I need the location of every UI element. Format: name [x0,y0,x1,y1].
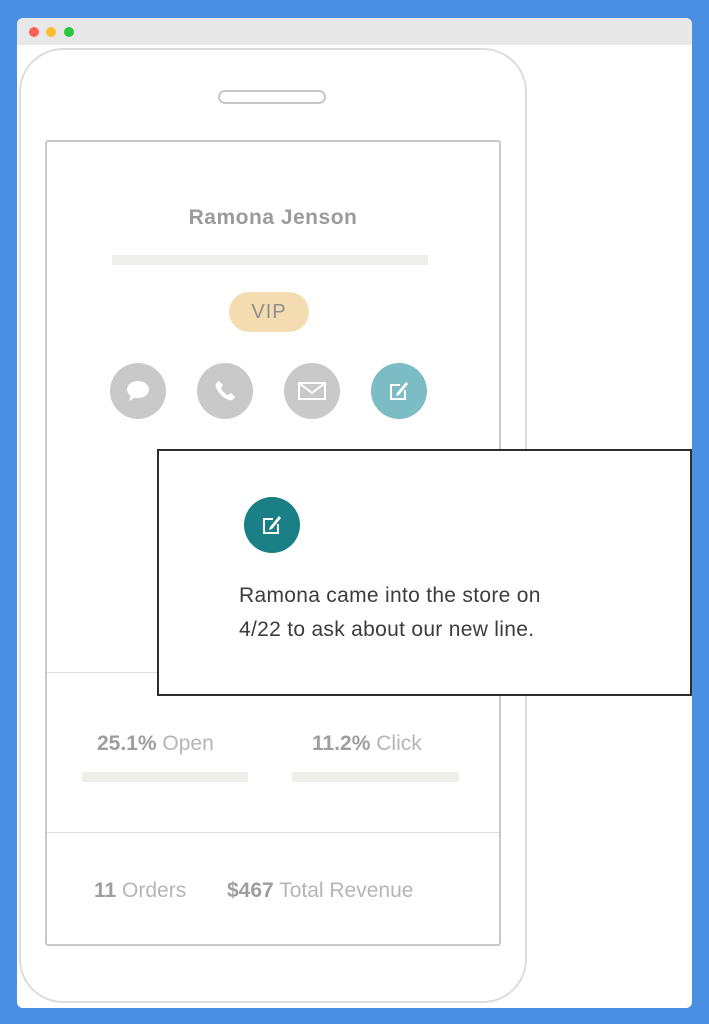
note-button[interactable] [371,363,427,419]
name-placeholder-bar [112,255,428,265]
vip-badge: VIP [229,292,309,332]
section-divider [47,832,499,833]
click-rate-stat: 11.2% Click [312,732,422,756]
click-rate-value: 11.2% [312,732,371,755]
note-text-line: 4/22 to ask about our new line. [239,618,535,641]
revenue-label: Total Revenue [279,879,414,902]
mail-icon [298,382,326,400]
click-rate-label: Click [376,732,422,755]
close-window-button[interactable] [29,27,39,37]
revenue-value: $467 [227,879,274,902]
open-rate-value: 25.1% [97,732,157,755]
note-popup: Ramona came into the store on 4/22 to as… [157,449,692,696]
orders-label: Orders [122,879,187,902]
revenue-stat: $467 Total Revenue [227,879,413,903]
orders-stat: 11 Orders [94,879,186,903]
open-rate-label: Open [162,732,214,755]
phone-speaker [218,90,326,104]
note-popup-icon-circle [244,497,300,553]
note-edit-icon [390,382,408,400]
chat-bubble-icon [127,381,149,401]
note-edit-icon [263,516,281,534]
open-rate-stat: 25.1% Open [97,732,214,756]
note-text-line: Ramona came into the store on [239,584,541,607]
orders-value: 11 [94,879,117,902]
note-text: Ramona came into the store on 4/22 to as… [239,579,659,647]
minimize-window-button[interactable] [46,27,56,37]
window-titlebar [17,18,692,45]
contact-name: Ramona Jenson [188,206,358,229]
phone-icon [215,381,235,401]
maximize-window-button[interactable] [64,27,74,37]
message-button[interactable] [110,363,166,419]
call-button[interactable] [197,363,253,419]
open-rate-bar [82,772,248,782]
click-rate-bar [292,772,459,782]
email-button[interactable] [284,363,340,419]
